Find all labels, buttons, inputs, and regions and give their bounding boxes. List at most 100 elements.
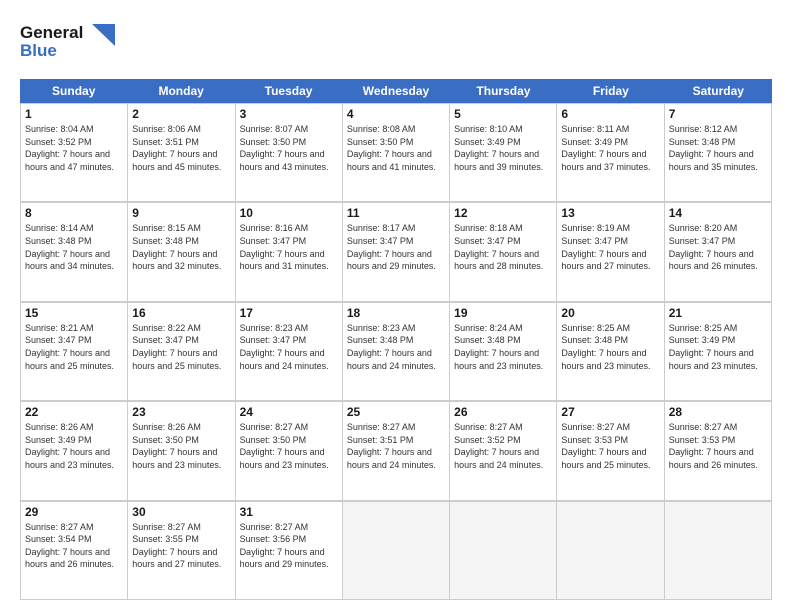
day-number: 18 (347, 306, 445, 320)
day-info: Sunrise: 8:26 AMSunset: 3:50 PMDaylight:… (132, 421, 230, 471)
day-info: Sunrise: 8:21 AMSunset: 3:47 PMDaylight:… (25, 322, 123, 372)
header: General Blue (20, 16, 772, 69)
day-number: 31 (240, 505, 338, 519)
day-info: Sunrise: 8:14 AMSunset: 3:48 PMDaylight:… (25, 222, 123, 272)
weekday-header-sunday: Sunday (20, 79, 127, 103)
weekday-header-thursday: Thursday (450, 79, 557, 103)
day-cell-24: 24Sunrise: 8:27 AMSunset: 3:50 PMDayligh… (236, 402, 343, 500)
day-info: Sunrise: 8:24 AMSunset: 3:48 PMDaylight:… (454, 322, 552, 372)
day-cell-2: 2 Sunrise: 8:06 AMSunset: 3:51 PMDaylight… (128, 104, 235, 202)
day-number: 13 (561, 206, 659, 220)
day-info: Sunrise: 8:25 AMSunset: 3:48 PMDaylight:… (561, 322, 659, 372)
day-number: 8 (25, 206, 123, 220)
day-number: 20 (561, 306, 659, 320)
day-number: 27 (561, 405, 659, 419)
week-row-5: 29 Sunrise: 8:27 AMSunset: 3:54 PMDayligh… (20, 501, 772, 600)
day-cell-30: 30 Sunrise: 8:27 AMSunset: 3:55 PMDayligh… (128, 502, 235, 600)
day-number: 9 (132, 206, 230, 220)
empty-cell (557, 502, 664, 600)
logo-text: General Blue (20, 16, 130, 69)
page: General Blue SundayMondayTuesdayWednesda… (0, 0, 792, 612)
day-number: 23 (132, 405, 230, 419)
day-number: 28 (669, 405, 767, 419)
day-cell-18: 18 Sunrise: 8:23 AMSunset: 3:48 PMDayligh… (343, 303, 450, 401)
day-number: 2 (132, 107, 230, 121)
day-number: 1 (25, 107, 123, 121)
calendar: SundayMondayTuesdayWednesdayThursdayFrid… (20, 79, 772, 600)
day-cell-10: 10 Sunrise: 8:16 AMSunset: 3:47 PMDayligh… (236, 203, 343, 301)
day-number: 12 (454, 206, 552, 220)
day-cell-31: 31Sunrise: 8:27 AMSunset: 3:56 PMDayligh… (236, 502, 343, 600)
day-info: Sunrise: 8:10 AMSunset: 3:49 PMDaylight:… (454, 123, 552, 173)
day-info: Sunrise: 8:18 AMSunset: 3:47 PMDaylight:… (454, 222, 552, 272)
day-info: Sunrise: 8:27 AMSunset: 3:54 PMDaylight:… (25, 521, 123, 571)
day-cell-22: 22 Sunrise: 8:26 AMSunset: 3:49 PMDayligh… (21, 402, 128, 500)
day-cell-7: 7Sunrise: 8:12 AMSunset: 3:48 PMDaylight… (665, 104, 772, 202)
day-info: Sunrise: 8:25 AMSunset: 3:49 PMDaylight:… (669, 322, 767, 372)
logo: General Blue (20, 16, 130, 69)
day-cell-23: 23 Sunrise: 8:26 AMSunset: 3:50 PMDayligh… (128, 402, 235, 500)
day-cell-21: 21 Sunrise: 8:25 AMSunset: 3:49 PMDayligh… (665, 303, 772, 401)
week-row-3: 15 Sunrise: 8:21 AMSunset: 3:47 PMDayligh… (20, 302, 772, 401)
empty-cell (343, 502, 450, 600)
day-number: 15 (25, 306, 123, 320)
svg-text:Blue: Blue (20, 41, 57, 60)
day-cell-27: 27 Sunrise: 8:27 AMSunset: 3:53 PMDayligh… (557, 402, 664, 500)
day-info: Sunrise: 8:08 AMSunset: 3:50 PMDaylight:… (347, 123, 445, 173)
day-info: Sunrise: 8:22 AMSunset: 3:47 PMDaylight:… (132, 322, 230, 372)
day-info: Sunrise: 8:06 AMSunset: 3:51 PMDaylight:… (132, 123, 230, 173)
day-number: 4 (347, 107, 445, 121)
day-number: 21 (669, 306, 767, 320)
day-info: Sunrise: 8:23 AMSunset: 3:48 PMDaylight:… (347, 322, 445, 372)
day-info: Sunrise: 8:12 AMSunset: 3:48 PMDaylight:… (669, 123, 767, 173)
day-cell-6: 6Sunrise: 8:11 AMSunset: 3:49 PMDaylight… (557, 104, 664, 202)
day-number: 19 (454, 306, 552, 320)
day-info: Sunrise: 8:17 AMSunset: 3:47 PMDaylight:… (347, 222, 445, 272)
day-number: 25 (347, 405, 445, 419)
day-number: 16 (132, 306, 230, 320)
day-info: Sunrise: 8:16 AMSunset: 3:47 PMDaylight:… (240, 222, 338, 272)
day-cell-20: 20 Sunrise: 8:25 AMSunset: 3:48 PMDayligh… (557, 303, 664, 401)
day-number: 10 (240, 206, 338, 220)
day-number: 24 (240, 405, 338, 419)
day-info: Sunrise: 8:11 AMSunset: 3:49 PMDaylight:… (561, 123, 659, 173)
day-number: 3 (240, 107, 338, 121)
empty-cell (450, 502, 557, 600)
day-number: 29 (25, 505, 123, 519)
day-info: Sunrise: 8:27 AMSunset: 3:55 PMDaylight:… (132, 521, 230, 571)
day-cell-1: 1 Sunrise: 8:04 AMSunset: 3:52 PMDaylight… (21, 104, 128, 202)
day-info: Sunrise: 8:15 AMSunset: 3:48 PMDaylight:… (132, 222, 230, 272)
calendar-body: 1 Sunrise: 8:04 AMSunset: 3:52 PMDaylight… (20, 103, 772, 600)
day-info: Sunrise: 8:19 AMSunset: 3:47 PMDaylight:… (561, 222, 659, 272)
day-info: Sunrise: 8:23 AMSunset: 3:47 PMDaylight:… (240, 322, 338, 372)
day-cell-3: 3Sunrise: 8:07 AMSunset: 3:50 PMDaylight… (236, 104, 343, 202)
day-number: 30 (132, 505, 230, 519)
day-number: 11 (347, 206, 445, 220)
day-cell-11: 11 Sunrise: 8:17 AMSunset: 3:47 PMDayligh… (343, 203, 450, 301)
weekday-header-saturday: Saturday (665, 79, 772, 103)
weekday-header-tuesday: Tuesday (235, 79, 342, 103)
empty-cell (665, 502, 772, 600)
day-info: Sunrise: 8:04 AMSunset: 3:52 PMDaylight:… (25, 123, 123, 173)
day-cell-17: 17Sunrise: 8:23 AMSunset: 3:47 PMDayligh… (236, 303, 343, 401)
day-number: 26 (454, 405, 552, 419)
day-cell-4: 4 Sunrise: 8:08 AMSunset: 3:50 PMDaylight… (343, 104, 450, 202)
day-cell-15: 15 Sunrise: 8:21 AMSunset: 3:47 PMDayligh… (21, 303, 128, 401)
day-cell-8: 8 Sunrise: 8:14 AMSunset: 3:48 PMDaylight… (21, 203, 128, 301)
day-info: Sunrise: 8:20 AMSunset: 3:47 PMDaylight:… (669, 222, 767, 272)
day-number: 5 (454, 107, 552, 121)
day-number: 22 (25, 405, 123, 419)
day-info: Sunrise: 8:27 AMSunset: 3:52 PMDaylight:… (454, 421, 552, 471)
day-cell-19: 19 Sunrise: 8:24 AMSunset: 3:48 PMDayligh… (450, 303, 557, 401)
day-info: Sunrise: 8:27 AMSunset: 3:53 PMDaylight:… (669, 421, 767, 471)
day-cell-16: 16 Sunrise: 8:22 AMSunset: 3:47 PMDayligh… (128, 303, 235, 401)
day-cell-14: 14 Sunrise: 8:20 AMSunset: 3:47 PMDayligh… (665, 203, 772, 301)
week-row-4: 22 Sunrise: 8:26 AMSunset: 3:49 PMDayligh… (20, 401, 772, 500)
day-info: Sunrise: 8:27 AMSunset: 3:53 PMDaylight:… (561, 421, 659, 471)
week-row-2: 8 Sunrise: 8:14 AMSunset: 3:48 PMDaylight… (20, 202, 772, 301)
day-cell-28: 28 Sunrise: 8:27 AMSunset: 3:53 PMDayligh… (665, 402, 772, 500)
weekday-header-monday: Monday (127, 79, 234, 103)
weekday-header-friday: Friday (557, 79, 664, 103)
day-number: 14 (669, 206, 767, 220)
day-info: Sunrise: 8:26 AMSunset: 3:49 PMDaylight:… (25, 421, 123, 471)
